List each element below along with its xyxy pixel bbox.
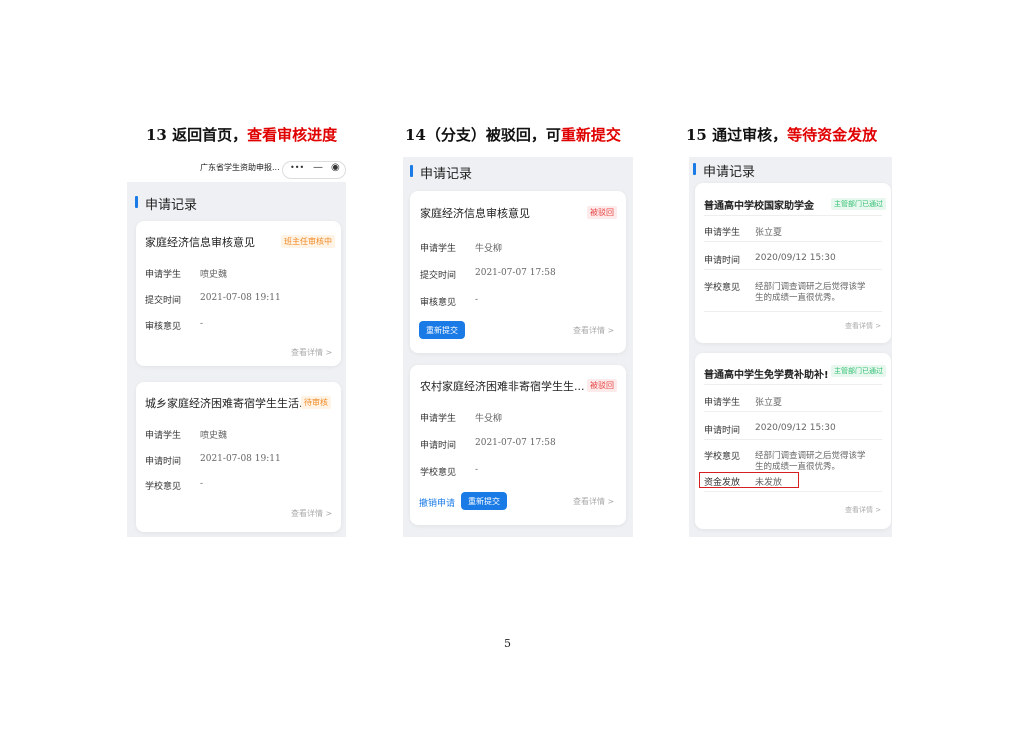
- resubmit-button[interactable]: 重新提交: [461, 492, 507, 510]
- page-number: 5: [504, 637, 511, 650]
- row-value: -: [475, 295, 479, 305]
- row-label: 提交时间: [420, 271, 457, 281]
- status-badge: 待审核: [301, 396, 331, 409]
- row-value: 2021-07-07 17:58: [475, 268, 556, 278]
- application-card[interactable]: 家庭经济信息审核意见 被驳回 申请学生 牛殳柳 提交时间 2021-07-07 …: [410, 191, 626, 353]
- status-badge: 主管部门已通过: [831, 365, 886, 377]
- close-target-icon[interactable]: ◉: [331, 162, 340, 173]
- row-label: 申请时间: [704, 426, 741, 436]
- status-badge: 班主任审核中: [281, 235, 335, 248]
- miniapp-title: 广东省学生资助申报...: [200, 163, 280, 172]
- divider: [704, 215, 882, 216]
- screenshot-panel-3: 申请记录 普通高中学校国家助学金 主管部门已通过 申请学生 张立夏 申请时间 2…: [689, 157, 892, 537]
- row-value: 张立夏: [755, 228, 783, 238]
- heading-step-14: 14（分支）被驳回，可重新提交: [405, 126, 621, 144]
- row-value: 喷史魏: [200, 270, 228, 280]
- row-label: 提交时间: [145, 296, 182, 306]
- row-label: 申请学生: [420, 244, 457, 254]
- row-value: -: [475, 465, 479, 475]
- view-details-link[interactable]: 查看详情 >: [291, 508, 332, 519]
- row-label: 学校意见: [420, 468, 457, 478]
- row-value: 牛殳柳: [475, 244, 503, 254]
- view-details-link[interactable]: 查看详情 >: [845, 321, 881, 331]
- screenshot-panel-1: 广东省学生资助申报... ••• — ◉ 申请记录 家庭经济信息审核意见 班主任…: [127, 156, 346, 537]
- divider: [704, 439, 882, 440]
- divider: [704, 241, 882, 242]
- miniapp-capsule[interactable]: ••• — ◉: [282, 161, 346, 179]
- application-card[interactable]: 普通高中学生免学费补助补! 主管部门已通过 申请学生 张立夏 申请时间 2020…: [695, 353, 891, 529]
- row-label: 申请时间: [704, 256, 741, 266]
- row-value: 2021-07-07 17:58: [475, 438, 556, 448]
- miniapp-top-bar: 广东省学生资助申报... ••• — ◉: [127, 156, 346, 182]
- row-label: 申请学生: [704, 398, 741, 408]
- divider: [704, 311, 882, 312]
- heading-step-13: 13 返回首页，查看审核进度: [146, 126, 338, 144]
- divider: [704, 491, 882, 492]
- application-card[interactable]: 普通高中学校国家助学金 主管部门已通过 申请学生 张立夏 申请时间 2020/0…: [695, 183, 891, 343]
- row-label: 申请学生: [145, 270, 182, 280]
- view-details-link[interactable]: 查看详情 >: [573, 496, 614, 507]
- card-title: 家庭经济信息审核意见: [420, 207, 530, 220]
- row-value: 2021-07-08 19:11: [200, 293, 281, 303]
- card-title: 农村家庭经济困难非寄宿学生生...: [420, 380, 585, 393]
- row-label: 学校意见: [145, 482, 182, 492]
- minimize-icon[interactable]: —: [313, 162, 323, 173]
- row-value-line2: 生的成绩一直很优秀。: [755, 462, 841, 472]
- application-card[interactable]: 家庭经济信息审核意见 班主任审核中 申请学生 喷史魏 提交时间 2021-07-…: [136, 221, 341, 366]
- section-title: 申请记录: [134, 194, 197, 213]
- card-title: 普通高中学生免学费补助补!: [704, 370, 829, 381]
- row-value: 2020/09/12 15:30: [755, 423, 836, 433]
- row-label: 申请学生: [704, 228, 741, 238]
- row-value: -: [200, 479, 204, 489]
- section-title: 申请记录: [409, 163, 472, 182]
- section-title: 申请记录: [692, 161, 755, 180]
- row-label: 申请学生: [420, 414, 457, 424]
- heading-step-15: 15 通过审核，等待资金发放: [686, 126, 878, 144]
- row-value: 张立夏: [755, 398, 783, 408]
- cancel-application-link[interactable]: 撤销申请: [419, 496, 455, 509]
- view-details-link[interactable]: 查看详情 >: [291, 347, 332, 358]
- row-label: 学校意见: [704, 283, 741, 293]
- row-label: 资金发放: [704, 478, 741, 488]
- divider: [704, 269, 882, 270]
- application-card[interactable]: 城乡家庭经济困难寄宿学生生活... 待审核 申请学生 喷史魏 申请时间 2021…: [136, 382, 341, 532]
- row-value: 喷史魏: [200, 431, 228, 441]
- card-title: 城乡家庭经济困难寄宿学生生活...: [145, 397, 310, 410]
- divider: [704, 411, 882, 412]
- status-badge: 被驳回: [587, 379, 617, 392]
- row-value: 牛殳柳: [475, 414, 503, 424]
- more-icon[interactable]: •••: [290, 163, 304, 172]
- row-value: 2021-07-08 19:11: [200, 454, 281, 464]
- row-value-line2: 生的成绩一直很优秀。: [755, 293, 841, 303]
- application-card[interactable]: 农村家庭经济困难非寄宿学生生... 被驳回 申请学生 牛殳柳 申请时间 2021…: [410, 365, 626, 525]
- status-badge: 主管部门已通过: [831, 198, 886, 210]
- row-label: 学校意见: [704, 452, 741, 462]
- screenshot-panel-2: 申请记录 家庭经济信息审核意见 被驳回 申请学生 牛殳柳 提交时间 2021-0…: [403, 157, 633, 537]
- row-value: 2020/09/12 15:30: [755, 253, 836, 263]
- status-badge: 被驳回: [587, 206, 617, 219]
- card-title: 家庭经济信息审核意见: [145, 236, 255, 249]
- view-details-link[interactable]: 查看详情 >: [845, 505, 881, 515]
- resubmit-button[interactable]: 重新提交: [419, 321, 465, 339]
- row-label: 审核意见: [420, 298, 457, 308]
- row-value: 未发放: [755, 478, 783, 488]
- row-label: 申请时间: [145, 457, 182, 467]
- view-details-link[interactable]: 查看详情 >: [573, 325, 614, 336]
- card-title: 普通高中学校国家助学金: [704, 201, 814, 212]
- divider: [704, 384, 882, 385]
- row-label: 申请时间: [420, 441, 457, 451]
- row-label: 审核意见: [145, 322, 182, 332]
- row-label: 申请学生: [145, 431, 182, 441]
- row-value: -: [200, 319, 204, 329]
